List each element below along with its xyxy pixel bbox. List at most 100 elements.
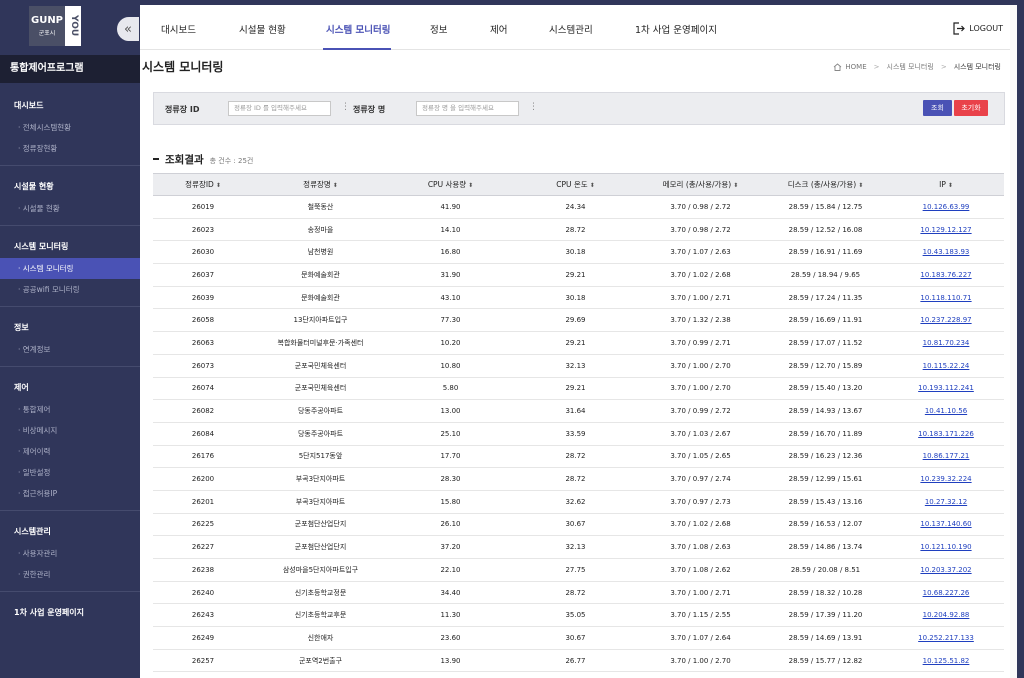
sidebar-menu: 대시보드 · 전체시스템현황 · 정류장현황시설물 현황 · 시설물 현황시스템 모니… — [0, 83, 140, 624]
table-row[interactable]: 26039 문화예술회관 43.10 30.18 3.70 / 1.00 / 2.71 2… — [153, 286, 1004, 310]
table-row[interactable]: 26023 송정마을 14.10 28.72 3.70 / 0.98 / 2.72 28.… — [153, 218, 1004, 242]
ip-link[interactable]: 10.115.22.24 — [888, 354, 1004, 378]
sidebar-group-title[interactable]: 대시보드 — [0, 91, 140, 117]
table-cell: 당동주공아파트 — [253, 422, 388, 446]
reset-button[interactable]: 초기화 — [954, 100, 988, 116]
ip-link[interactable]: 10.68.227.26 — [888, 581, 1004, 605]
scrollbar[interactable] — [1010, 5, 1017, 678]
table-cell: 28.59 / 12.70 / 15.89 — [763, 354, 888, 378]
search-button[interactable]: 조회 — [923, 100, 952, 116]
sidebar-item[interactable]: · 공공wifi 모니터링 — [0, 279, 140, 300]
table-row[interactable]: 26073 군포국민체육센터 10.80 32.13 3.70 / 1.00 / 2.7… — [153, 354, 1004, 378]
sort-icon[interactable]: ⬍ — [333, 182, 338, 189]
column-header[interactable]: 정류장ID ⬍ — [153, 173, 253, 196]
column-header[interactable]: 정류장명 ⬍ — [253, 173, 388, 196]
breadcrumb-parent[interactable]: 시스템 모니터링 — [887, 62, 934, 72]
ip-link[interactable]: 10.27.32.12 — [888, 490, 1004, 514]
table-cell: 13단지아파트입구 — [253, 308, 388, 333]
table-row[interactable]: 26243 신기초등학교후문 11.30 35.05 3.70 / 1.15 / 2.5… — [153, 603, 1004, 628]
sort-icon[interactable]: ⬍ — [858, 182, 863, 189]
ip-link[interactable]: 10.43.183.93 — [888, 240, 1004, 265]
ip-link[interactable]: 10.81.70.234 — [888, 331, 1004, 355]
table-row[interactable]: 26058 13단지아파트입구 77.30 29.69 3.70 / 1.32 / 2.… — [153, 308, 1004, 333]
ip-link[interactable]: 10.137.140.60 — [888, 513, 1004, 537]
tab-info[interactable]: 정보 — [430, 22, 447, 36]
table-row[interactable]: 26240 신기초등학교정문 34.40 28.72 3.70 / 1.00 / 2.7… — [153, 581, 1004, 605]
sidebar-item[interactable]: · 연계정보 — [0, 339, 140, 360]
column-header[interactable]: CPU 온도 ⬍ — [513, 173, 638, 196]
table-row[interactable]: 26257 군포역2번출구 13.90 26.77 3.70 / 1.00 / 2.70… — [153, 649, 1004, 673]
sidebar-item[interactable]: · 전체시스템현황 — [0, 117, 140, 138]
sidebar-group-title[interactable]: 시설물 현황 — [0, 172, 140, 198]
sidebar-item[interactable]: · 일반설정 — [0, 462, 140, 483]
tab-dashboard[interactable]: 대시보드 — [161, 22, 196, 36]
table-row[interactable]: 26019 철쭉동산 41.90 24.34 3.70 / 0.98 / 2.72 28.… — [153, 195, 1004, 219]
sidebar-group-title[interactable]: 시스템관리 — [0, 517, 140, 543]
sidebar-item[interactable]: · 제어이력 — [0, 441, 140, 462]
ip-link[interactable]: 10.118.110.71 — [888, 286, 1004, 310]
ip-link[interactable]: 10.126.63.99 — [888, 195, 1004, 219]
sidebar-item[interactable]: · 사용자관리 — [0, 543, 140, 564]
tab-facility-status[interactable]: 시설물 현황 — [239, 22, 286, 36]
sort-icon[interactable]: ⬍ — [216, 182, 221, 189]
table-row[interactable]: 26074 군포국민체육센터 5.80 29.21 3.70 / 1.00 / 2.70… — [153, 377, 1004, 401]
ip-link[interactable]: 10.239.32.224 — [888, 467, 1004, 491]
table-cell: 3.70 / 1.00 / 2.71 — [638, 581, 763, 605]
sidebar-collapse-button[interactable]: « — [117, 17, 139, 41]
ip-link[interactable]: 10.203.37.202 — [888, 558, 1004, 582]
table-row[interactable]: 26176 5단지517동앞 17.70 28.72 3.70 / 1.05 / 2.6… — [153, 445, 1004, 469]
sort-icon[interactable]: ⬍ — [733, 182, 738, 189]
table-row[interactable]: 26084 당동주공아파트 25.10 33.59 3.70 / 1.03 / 2.67… — [153, 422, 1004, 446]
ip-link[interactable]: 10.41.10.56 — [888, 399, 1004, 423]
station-id-input[interactable]: 정류장 ID 를 입력해주세요 — [228, 101, 331, 116]
column-header[interactable]: 디스크 (총/사용/가용) ⬍ — [763, 173, 888, 196]
table-row[interactable]: 26030 남천병원 16.80 30.18 3.70 / 1.07 / 2.63 28.… — [153, 240, 1004, 265]
table-row[interactable]: 26201 부곡3단지아파트 15.80 32.62 3.70 / 0.97 / 2.7… — [153, 490, 1004, 514]
sort-icon[interactable]: ⬍ — [468, 182, 473, 189]
ip-link[interactable]: 10.86.177.21 — [888, 445, 1004, 469]
sort-icon[interactable]: ⬍ — [590, 182, 595, 189]
breadcrumb-home[interactable]: HOME — [845, 63, 866, 71]
ip-link[interactable]: 10.193.112.241 — [888, 377, 1004, 401]
sidebar-group-title[interactable]: 제어 — [0, 373, 140, 399]
column-header[interactable]: IP ⬍ — [888, 173, 1004, 196]
sidebar-item[interactable]: · 시스템 모니터링 — [0, 258, 140, 279]
ip-link[interactable]: 10.237.228.97 — [888, 308, 1004, 333]
tab-control[interactable]: 제어 — [490, 22, 507, 36]
logout-button[interactable]: LOGOUT — [952, 22, 1003, 35]
sidebar-item[interactable]: · 권한관리 — [0, 564, 140, 585]
sidebar-item[interactable]: · 시설물 현황 — [0, 198, 140, 219]
table-row[interactable]: 26200 부곡3단지아파트 28.30 28.72 3.70 / 0.97 / 2.7… — [153, 467, 1004, 491]
ip-link[interactable]: 10.129.12.127 — [888, 218, 1004, 242]
ip-link[interactable]: 10.121.10.190 — [888, 535, 1004, 559]
column-header[interactable]: 메모리 (총/사용/가용) ⬍ — [638, 173, 763, 196]
sidebar-divider — [0, 165, 140, 166]
sidebar-item[interactable]: · 비상메시지 — [0, 420, 140, 441]
ip-link[interactable]: 10.183.171.226 — [888, 422, 1004, 446]
sidebar-item[interactable]: · 접근허용IP — [0, 483, 140, 504]
sidebar-item[interactable]: · 통합제어 — [0, 399, 140, 420]
table-row[interactable]: 26249 신한애자 23.60 30.67 3.70 / 1.07 / 2.64 28.… — [153, 626, 1004, 650]
table-row[interactable]: 26063 복합화물터미널후문·가족센터 10.20 29.21 3.70 / 0.99… — [153, 331, 1004, 355]
table-row[interactable]: 26238 삼성마을5단지아파트입구 22.10 27.75 3.70 / 1.08 /… — [153, 558, 1004, 582]
table-row[interactable]: 26082 당동주공아파트 13.00 31.64 3.70 / 0.99 / 2.72… — [153, 399, 1004, 423]
tab-phase1-operation[interactable]: 1차 사업 운영페이지 — [635, 22, 717, 36]
ip-link[interactable]: 10.204.92.88 — [888, 603, 1004, 628]
table-row[interactable]: 26227 군포첨단산업단지 37.20 32.13 3.70 / 1.08 / 2.6… — [153, 535, 1004, 559]
logo-main: GUNP 군포시 — [29, 6, 65, 46]
sidebar-item[interactable]: · 정류장현황 — [0, 138, 140, 159]
sidebar-group-title[interactable]: 시스템 모니터링 — [0, 232, 140, 258]
ip-link[interactable]: 10.183.76.227 — [888, 263, 1004, 287]
ip-link[interactable]: 10.125.51.82 — [888, 649, 1004, 673]
station-name-input[interactable]: 정류장 명 을 입력해주세요 — [416, 101, 519, 116]
table-row[interactable]: 26037 문화예술회관 31.90 29.21 3.70 / 1.02 / 2.68 2… — [153, 263, 1004, 287]
tab-system-management[interactable]: 시스템관리 — [549, 22, 593, 36]
tab-system-monitoring[interactable]: 시스템 모니터링 — [326, 22, 391, 36]
sort-icon[interactable]: ⬍ — [948, 182, 953, 189]
sidebar-group-title[interactable]: 1차 사업 운영페이지 — [0, 598, 140, 624]
logo[interactable]: GUNP 군포시 YOU — [27, 4, 83, 48]
table-row[interactable]: 26225 군포첨단산업단지 26.10 30.67 3.70 / 1.02 / 2.6… — [153, 513, 1004, 537]
ip-link[interactable]: 10.252.217.133 — [888, 626, 1004, 650]
sidebar-group-title[interactable]: 정보 — [0, 313, 140, 339]
column-header[interactable]: CPU 사용량 ⬍ — [388, 173, 513, 196]
